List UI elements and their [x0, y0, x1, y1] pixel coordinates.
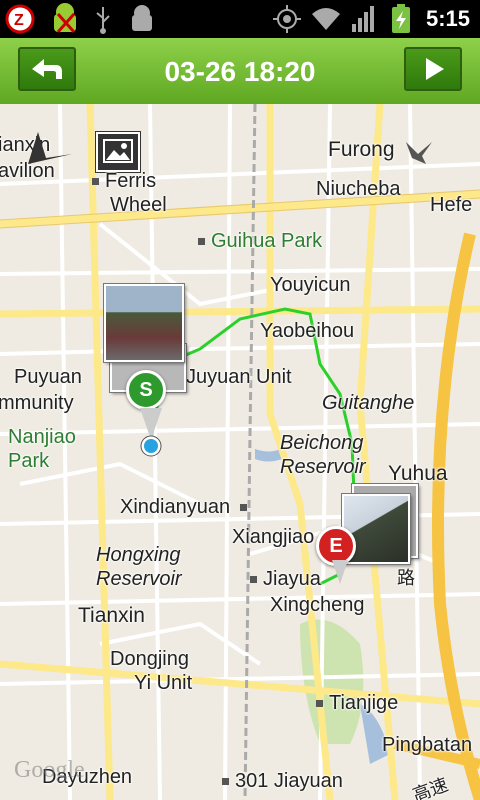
landmark-icon: [406, 142, 432, 164]
photo-spot-icon[interactable]: [96, 132, 140, 172]
wifi-icon: [312, 8, 340, 30]
park-area: [300, 619, 364, 744]
android-debug-icon: [132, 5, 152, 31]
place-label: Xindianyuan: [120, 496, 253, 519]
map-view[interactable]: ianxin avilion Ferris Wheel Furong Niuch…: [0, 104, 480, 800]
google-watermark: Google: [14, 757, 85, 783]
photo-thumbnail: [104, 284, 184, 362]
place-label: 301 Jiayuan: [222, 770, 343, 793]
park-label: Nanjiao: [8, 426, 76, 448]
android-usb-icon: [54, 3, 76, 33]
label-text: Ferris: [105, 170, 157, 192]
place-label: Tianjige: [316, 692, 398, 715]
water-label: Reservoir: [280, 456, 366, 478]
water-label: Beichong: [280, 432, 364, 454]
park-label: Guihua Park: [198, 230, 322, 253]
highway: [432, 232, 480, 800]
road-label: 路: [395, 568, 415, 586]
label-text: Xindianyuan: [120, 496, 231, 518]
title-bar: 03-26 18:20: [0, 38, 480, 104]
place-label: Hefe: [430, 194, 473, 216]
water-label: Reservoir: [96, 568, 182, 590]
place-label: Yaobeihou: [260, 320, 355, 342]
label-text: 301 Jiayuan: [235, 770, 343, 792]
poi-dot: [92, 178, 99, 186]
place-label: Juyuan Unit: [186, 366, 292, 388]
compass-arrow-icon: [28, 132, 72, 164]
play-forward-icon: [426, 58, 444, 80]
district-label: Tianxin: [78, 604, 145, 627]
place-label: mmunity: [0, 392, 74, 414]
battery-charging-icon: [392, 4, 410, 33]
district-label: Furong: [328, 138, 395, 161]
label-text: Guihua Park: [211, 230, 323, 252]
poi-dot: [316, 700, 323, 708]
place-label: Yi Unit: [134, 672, 192, 695]
svg-text:Z: Z: [14, 12, 24, 29]
place-label: Xiangjiao: [232, 526, 315, 548]
status-icons: Z: [5, 3, 340, 34]
district-label: Yuhua: [388, 462, 448, 485]
place-label: Xingcheng: [270, 594, 365, 616]
status-bar: Z 5:15: [0, 0, 480, 38]
place-label: Pingbatan: [382, 734, 473, 756]
label-text: Jiayua: [263, 568, 321, 590]
water-area: [255, 449, 282, 462]
label-text: Yi Unit: [134, 672, 193, 694]
clock: 5:15: [425, 6, 470, 31]
gps-icon: [273, 5, 301, 33]
image-icon: [103, 139, 133, 163]
place-label: Ferris: [92, 170, 156, 193]
next-button[interactable]: [404, 47, 462, 91]
sms-alert-icon: Z: [5, 4, 35, 34]
end-pin-icon: [332, 560, 348, 584]
poi-dot: [222, 778, 229, 786]
place-label: Puyuan: [14, 366, 82, 388]
river-label: Guitanghe: [322, 392, 415, 414]
place-label: Dongjing: [110, 648, 189, 670]
place-label: Jiayua: [250, 568, 321, 591]
park-label: Park: [8, 450, 50, 472]
usb-icon: [96, 7, 110, 34]
poi-dot: [250, 576, 257, 584]
poi-dot: [198, 238, 205, 246]
place-label: Wheel: [110, 194, 167, 216]
start-pin-icon: [140, 408, 162, 457]
poi-dot: [240, 504, 248, 512]
place-label: Niucheba: [316, 178, 401, 200]
signal-icon: [352, 6, 374, 32]
label-text: Tianjige: [329, 692, 399, 714]
major-roads: [0, 104, 480, 800]
place-label: Youyicun: [270, 274, 351, 296]
water-label: Hongxing: [96, 544, 181, 566]
map-base: [0, 104, 480, 800]
